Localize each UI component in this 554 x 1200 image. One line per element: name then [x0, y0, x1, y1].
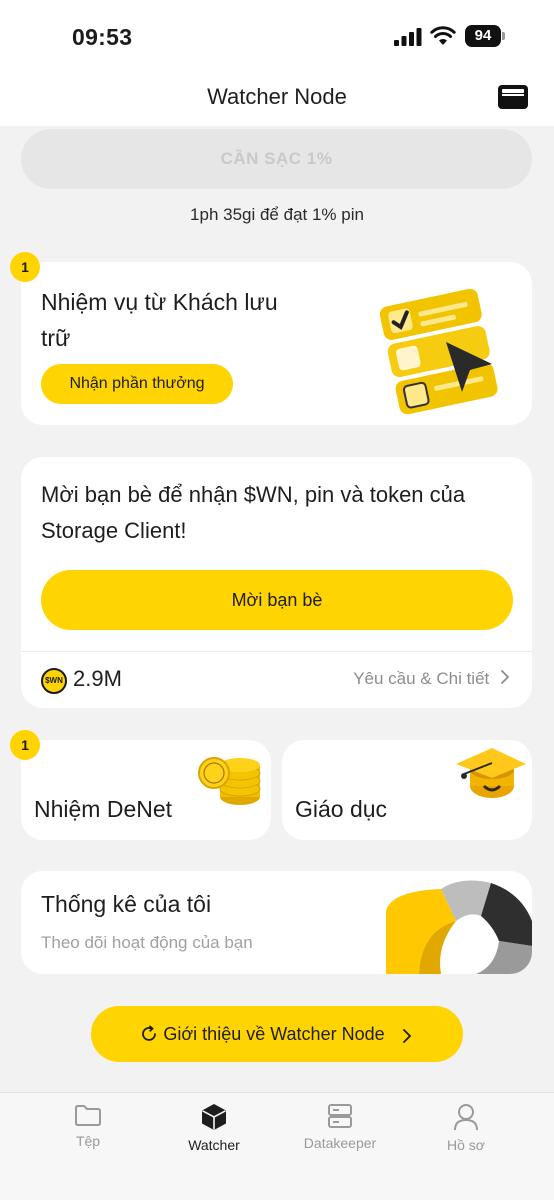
battery-indicator: 94 [465, 25, 505, 47]
checklist-illustration [379, 288, 498, 415]
chevron-right-icon [501, 670, 510, 684]
page-title: Watcher Node [207, 84, 347, 109]
tab-profile-label: Hồ sơ [447, 1137, 485, 1153]
swn-amount: 2.9M [73, 666, 122, 691]
battery-level: 94 [465, 25, 501, 47]
education-card[interactable]: Giáo dục [282, 740, 532, 840]
claim-reward-button[interactable]: Nhận phần thưởng [41, 364, 233, 404]
charge-note: 1ph 35gi để đạt 1% pin [190, 205, 364, 224]
person-icon [454, 1104, 478, 1131]
requirements-details-link[interactable]: Yêu cầu & Chi tiết [353, 669, 510, 689]
about-watcher-node-button[interactable]: Giới thiệu về Watcher Node [91, 1006, 463, 1062]
denet-card-title: Nhiệm DeNet [34, 796, 173, 822]
cube-icon [202, 1104, 226, 1130]
invite-text: Mời bạn bè để nhận $WN, pin và token của… [41, 482, 466, 543]
chevron-right-icon [402, 1029, 411, 1043]
donut-chart-illustration [386, 880, 532, 974]
server-icon [328, 1104, 352, 1128]
tab-watcher-label: Watcher [188, 1137, 240, 1153]
folder-icon [75, 1105, 101, 1126]
tab-watcher[interactable]: Watcher [159, 1103, 269, 1153]
divider [21, 651, 532, 652]
tab-datakeeper-label: Datakeeper [303, 1135, 377, 1151]
tasks-title: Nhiệm vụ từ Khách lưu trữ [41, 289, 278, 351]
coins-illustration [198, 757, 261, 805]
tab-files-label: Tệp [75, 1133, 101, 1149]
education-card-title: Giáo dục [295, 796, 388, 822]
denet-badge: 1 [10, 730, 40, 760]
tab-profile[interactable]: Hồ sơ [411, 1103, 521, 1153]
signal-icon [394, 28, 422, 46]
tab-datakeeper[interactable]: Datakeeper [285, 1103, 395, 1151]
invite-friends-button[interactable]: Mời bạn bè [41, 570, 513, 630]
wallet-icon[interactable] [497, 83, 529, 111]
charge-button[interactable]: CẦN SẠC 1% [21, 129, 532, 189]
tab-bar: Tệp Watcher Datakeeper Hồ sơ [0, 1092, 554, 1200]
my-stats-card[interactable]: Thống kê của tôi Theo dõi hoạt động của … [21, 871, 532, 974]
tasks-badge: 1 [10, 252, 40, 282]
stats-subtitle: Theo dõi hoạt động của bạn [41, 933, 253, 952]
details-link-label: Yêu cầu & Chi tiết [353, 669, 490, 688]
invite-friends-card: Mời bạn bè để nhận $WN, pin và token của… [21, 457, 532, 708]
tab-files[interactable]: Tệp [33, 1103, 143, 1149]
battery-tip [502, 32, 505, 40]
header: Watcher Node [0, 72, 554, 126]
wifi-icon [430, 26, 456, 45]
status-bar: 09:53 94 [0, 0, 554, 72]
about-button-label: Giới thiệu về Watcher Node [163, 1024, 385, 1044]
denet-tasks-card[interactable]: Nhiệm DeNet [21, 740, 271, 840]
stats-title: Thống kê của tôi [41, 891, 212, 917]
swn-coin-icon: $WN [41, 668, 67, 694]
storage-client-tasks-card[interactable]: Nhiệm vụ từ Khách lưu trữ Nhận phần thưở… [21, 262, 532, 425]
refresh-icon [142, 1025, 157, 1041]
graduation-cap-illustration [456, 748, 526, 798]
status-time: 09:53 [72, 24, 133, 50]
